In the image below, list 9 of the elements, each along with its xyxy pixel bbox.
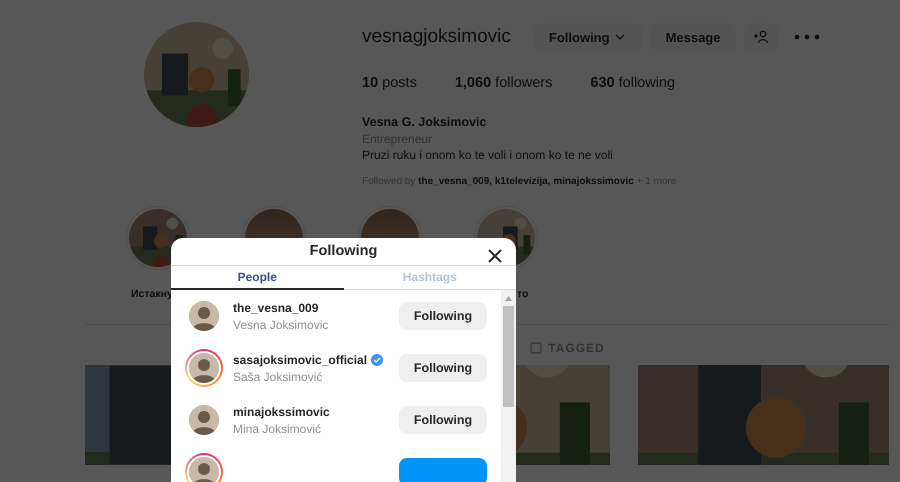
dialog-title: Following: [310, 243, 378, 260]
bio-text: Pruzi ruku i onom ko te voli i onom ko te ne voli: [362, 148, 614, 162]
account-name: Vesna Joksimovic: [233, 318, 330, 332]
full-name: Vesna G. Joksimovic: [362, 115, 488, 129]
highlight-label: Истакну: [131, 288, 173, 300]
account-name: Mina Joksimović: [233, 422, 322, 436]
highlight-label: то: [517, 288, 528, 300]
profile-username: vesnagjoksimovic: [362, 26, 511, 48]
account-name: Saša Joksimović: [233, 370, 324, 384]
